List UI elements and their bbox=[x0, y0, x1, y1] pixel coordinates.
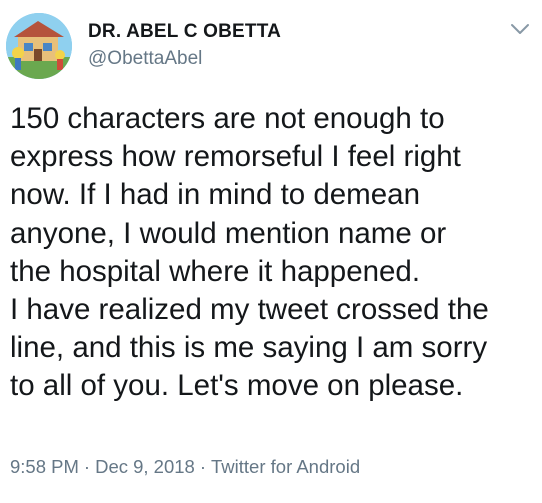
tweet-text-line: to all of you. Let's move on please. bbox=[10, 369, 464, 403]
tweet-source-link[interactable]: Twitter for Android bbox=[211, 456, 360, 477]
tweet-card: DR. ABEL C OBETTA @ObettaAbel 150 charac… bbox=[0, 0, 542, 503]
separator-dot: · bbox=[199, 456, 207, 477]
tweet-date[interactable]: Dec 9, 2018 bbox=[95, 456, 195, 477]
tweet-text-line: express how remorseful I feel right bbox=[10, 140, 461, 174]
avatar-cartoon-image bbox=[6, 13, 72, 79]
tweet-text-line: line, and this is me saying I am sorry bbox=[10, 331, 488, 365]
tweet-text-line: anyone, I would mention name or bbox=[10, 216, 447, 250]
separator-dot: · bbox=[83, 456, 91, 477]
tweet-text-line: now. If I had in mind to demean bbox=[10, 178, 420, 212]
avatar[interactable] bbox=[6, 13, 72, 79]
tweet-metadata: 9:58 PM · Dec 9, 2018 · Twitter for Android bbox=[10, 456, 360, 478]
author-handle[interactable]: @ObettaAbel bbox=[88, 48, 202, 70]
tweet-text-line: I have realized my tweet crossed the bbox=[10, 293, 489, 327]
tweet-text-line: 150 characters are not enough to bbox=[10, 102, 445, 135]
tweet-time[interactable]: 9:58 PM bbox=[10, 456, 79, 477]
author-display-name[interactable]: DR. ABEL C OBETTA bbox=[88, 21, 281, 43]
tweet-text-line: the hospital where it happened. bbox=[10, 254, 421, 288]
tweet-text: 150 characters are not enough to express… bbox=[10, 100, 535, 406]
chevron-down-icon[interactable] bbox=[509, 22, 531, 36]
